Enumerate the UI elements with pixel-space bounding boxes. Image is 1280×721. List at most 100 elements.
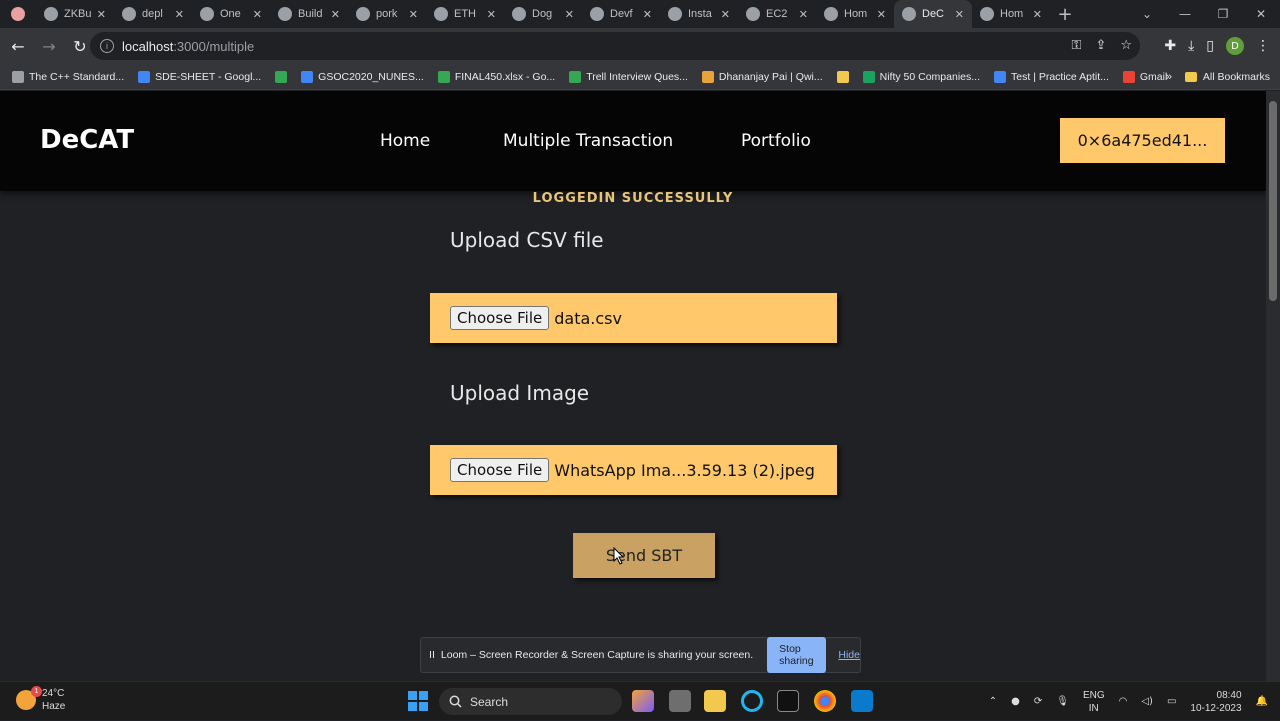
weather-widget[interactable]: 1 24°C Haze (16, 686, 65, 713)
file-explorer-icon[interactable] (704, 690, 726, 712)
browser-tab[interactable]: Build ✕ (270, 0, 348, 28)
browser-tab[interactable]: EC2 ✕ (738, 0, 816, 28)
task-view-icon[interactable] (669, 690, 691, 712)
minimize-icon[interactable]: — (1166, 0, 1204, 28)
back-icon[interactable]: ← (5, 33, 31, 59)
csv-file-input[interactable]: Choose File data.csv (430, 293, 837, 343)
bookmark-item[interactable]: Trell Interview Ques... (569, 70, 688, 83)
profile-avatar[interactable]: D (1226, 37, 1244, 55)
microphone-icon[interactable]: 🎙 (1056, 696, 1069, 707)
browser-toolbar: ← → ↻ i localhost:3000/multiple ⚿ ⇪ ☆ ✚ … (0, 28, 1280, 64)
browser-tab[interactable]: Hom ✕ (816, 0, 894, 28)
brand-logo[interactable]: DeCAT (40, 125, 134, 155)
image-file-input[interactable]: Choose File WhatsApp Ima...3.59.13 (2).j… (430, 445, 837, 495)
csv-choose-file-button[interactable]: Choose File (450, 306, 550, 330)
tab-close-icon[interactable]: ✕ (175, 8, 184, 21)
browser-tab[interactable]: One ✕ (192, 0, 270, 28)
sync-icon[interactable]: ⟳ (1034, 696, 1042, 707)
hide-banner-link[interactable]: Hide (838, 649, 860, 661)
tab-close-icon[interactable]: ✕ (721, 8, 730, 21)
address-bar[interactable]: i localhost:3000/multiple ⚿ ⇪ ☆ (90, 32, 1140, 60)
scrollbar-thumb[interactable] (1269, 101, 1277, 301)
bookmark-item[interactable]: Dhananjay Pai | Qwi... (701, 70, 823, 83)
tab-close-icon[interactable]: ✕ (253, 8, 262, 21)
page-scrollbar[interactable] (1266, 91, 1280, 681)
volume-icon[interactable]: ◁) (1141, 696, 1153, 707)
share-icon[interactable]: ⇪ (1095, 38, 1106, 53)
nav-home[interactable]: Home (380, 131, 430, 151)
wallet-button[interactable]: 0×6a475ed41... (1060, 118, 1225, 163)
bookmark-item[interactable]: GSOC2020_NUNES... (301, 70, 424, 83)
bookmark-item[interactable]: SDE-SHEET - Googl... (138, 70, 261, 83)
browser-tab[interactable]: Devf ✕ (582, 0, 660, 28)
url-text[interactable]: localhost:3000/multiple (122, 39, 254, 54)
vscode-icon[interactable] (851, 690, 873, 712)
bookmark-item[interactable] (836, 70, 849, 83)
browser-tab[interactable] (0, 0, 36, 28)
browser-tab[interactable]: Insta ✕ (660, 0, 738, 28)
bookmark-star-icon[interactable]: ☆ (1120, 38, 1132, 53)
tab-close-icon[interactable]: ✕ (331, 8, 340, 21)
send-sbt-button[interactable]: Send SBT (573, 533, 715, 578)
tab-search-icon[interactable]: ⌄ (1128, 0, 1166, 28)
tab-close-icon[interactable]: ✕ (1033, 8, 1042, 21)
screen-share-message: Loom – Screen Recorder & Screen Capture … (440, 649, 754, 661)
bookmark-label: Test | Practice Aptit... (1011, 70, 1109, 83)
nav-portfolio[interactable]: Portfolio (741, 131, 811, 151)
antivirus-icon[interactable]: ● (1011, 696, 1020, 707)
browser-tab[interactable]: DeC ✕ (894, 0, 972, 28)
extensions-icon[interactable]: ✚ (1164, 38, 1176, 54)
bookmark-item[interactable]: Gmail (1122, 70, 1167, 83)
browser-tab[interactable]: ZKBu ✕ (36, 0, 114, 28)
terminal-icon[interactable] (777, 690, 799, 712)
tray-overflow-icon[interactable]: ⌃ (989, 696, 997, 707)
bookmark-item[interactable]: The C++ Standard... (12, 70, 124, 83)
new-tab-icon[interactable]: + (1050, 0, 1080, 28)
bookmark-favicon-icon (437, 70, 450, 83)
tab-close-icon[interactable]: ✕ (877, 8, 886, 21)
tab-close-icon[interactable]: ✕ (643, 8, 652, 21)
maximize-icon[interactable]: ❐ (1204, 0, 1242, 28)
browser-tab[interactable]: depl ✕ (114, 0, 192, 28)
tab-close-icon[interactable]: ✕ (565, 8, 574, 21)
search-icon (449, 695, 462, 708)
wifi-icon[interactable]: ◠ (1119, 696, 1128, 707)
tab-close-icon[interactable]: ✕ (799, 8, 808, 21)
browser-tab[interactable]: ETH ✕ (426, 0, 504, 28)
language-indicator[interactable]: ENG IN (1083, 689, 1105, 715)
tab-close-icon[interactable]: ✕ (487, 8, 496, 21)
taskbar-search[interactable]: Search (439, 688, 622, 715)
bookmark-item[interactable] (275, 70, 288, 83)
github-icon (122, 7, 136, 21)
browser-tab[interactable]: pork ✕ (348, 0, 426, 28)
bookmark-favicon-icon (12, 70, 24, 83)
stop-sharing-button[interactable]: Stop sharing (767, 637, 827, 673)
browser-tab[interactable]: Dog ✕ (504, 0, 582, 28)
bookmark-item[interactable]: FINAL450.xlsx - Go... (437, 70, 555, 83)
menu-icon[interactable]: ⋮ (1256, 38, 1270, 54)
windows-start-icon[interactable] (408, 691, 428, 711)
key-icon[interactable]: ⚿ (1072, 38, 1082, 53)
browser-tab[interactable]: Hom ✕ (972, 0, 1050, 28)
tab-close-icon[interactable]: ✕ (97, 8, 106, 21)
site-info-icon[interactable]: i (100, 39, 114, 53)
alexa-icon[interactable] (741, 690, 763, 712)
image-choose-file-button[interactable]: Choose File (450, 458, 550, 482)
nav-multiple-transaction[interactable]: Multiple Transaction (503, 131, 673, 151)
bookmark-item[interactable]: Test | Practice Aptit... (994, 70, 1109, 83)
battery-icon[interactable]: ▭ (1167, 696, 1176, 707)
notification-bell-icon[interactable]: 🔔 (1256, 696, 1268, 707)
forward-icon[interactable]: → (36, 33, 62, 59)
bookmark-item[interactable]: Nifty 50 Companies... (862, 70, 980, 83)
tab-close-icon[interactable]: ✕ (955, 8, 964, 21)
all-bookmarks[interactable]: All Bookmarks (1184, 71, 1270, 83)
chrome-icon[interactable] (814, 690, 836, 712)
tab-close-icon[interactable]: ✕ (409, 8, 418, 21)
download-icon[interactable]: ⤓ (1188, 38, 1194, 54)
tab-title: Hom (1000, 8, 1024, 20)
clock[interactable]: 08:40 10-12-2023 (1190, 689, 1241, 715)
bookmarks-overflow[interactable]: » (1166, 71, 1172, 83)
copilot-icon[interactable] (632, 690, 654, 712)
side-panel-icon[interactable]: ▯ (1206, 38, 1214, 54)
close-window-icon[interactable]: ✕ (1242, 0, 1280, 28)
